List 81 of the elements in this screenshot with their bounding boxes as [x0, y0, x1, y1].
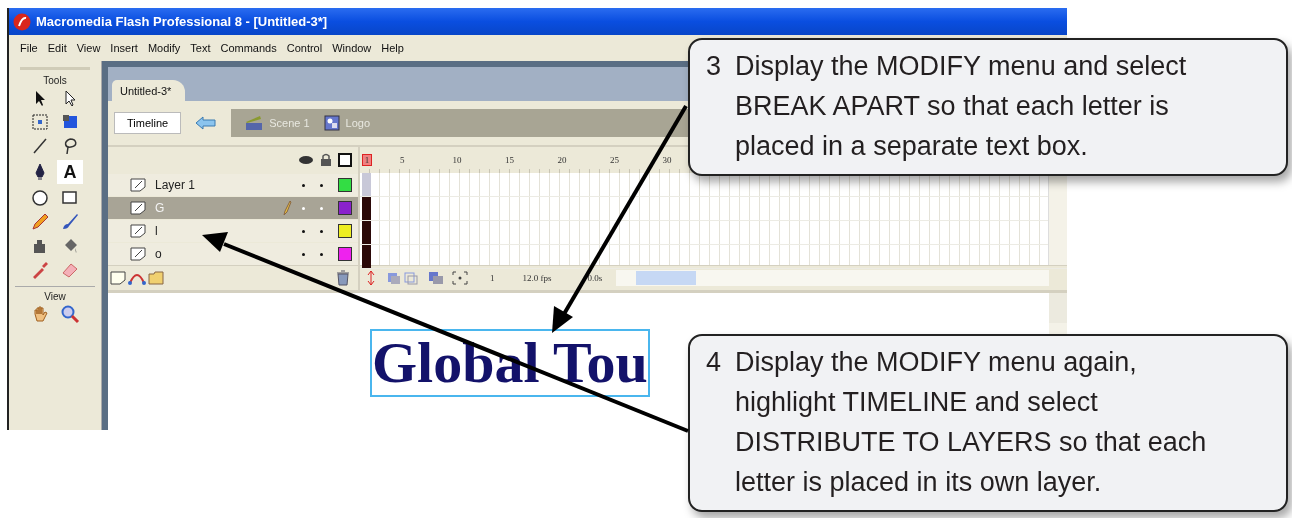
window-title: Macromedia Flash Professional 8 - [Untitled-3*]: [36, 14, 328, 29]
layer-icon: [130, 201, 146, 215]
stage-text[interactable]: Global Tou: [370, 329, 650, 397]
menu-item[interactable]: View: [71, 42, 106, 54]
layer-color-swatch[interactable]: [338, 178, 352, 192]
elapsed-time: 0.0s: [586, 273, 604, 283]
layer-row[interactable]: o: [108, 243, 358, 265]
frame-ruler[interactable]: 1 5 10 15 20 25 30: [362, 147, 688, 173]
eye-icon[interactable]: [298, 154, 314, 166]
keyframe-cell[interactable]: [362, 173, 371, 196]
stage-scrollbar[interactable]: [1049, 293, 1067, 323]
frame-number: 5: [400, 155, 406, 165]
folder-icon[interactable]: [148, 271, 164, 285]
vertical-scrollbar[interactable]: [1048, 173, 1067, 265]
menu-item[interactable]: Modify: [142, 42, 186, 54]
transform-icon[interactable]: [30, 112, 50, 132]
lock-icon[interactable]: [320, 153, 332, 167]
layer-row[interactable]: l: [108, 220, 358, 242]
layer-color-swatch[interactable]: [338, 247, 352, 261]
layer-icon: [130, 178, 146, 192]
menu-item[interactable]: Control: [281, 42, 328, 54]
frame-number: 1: [362, 154, 372, 166]
oval-icon[interactable]: [30, 188, 50, 208]
lock-dot[interactable]: [320, 229, 323, 233]
lock-dot[interactable]: [320, 183, 323, 187]
step-instruction: Display the MODIFY menu and select BREAK APART so that each letter is placed in a separate text box.: [735, 50, 1188, 163]
panel-label: View: [44, 291, 66, 302]
pencil-icon: [282, 200, 292, 216]
horizontal-scrollbar[interactable]: [616, 270, 1049, 286]
outline-icon[interactable]: [338, 153, 352, 167]
frame-number: 15: [505, 155, 515, 165]
layer-name: G: [154, 201, 166, 215]
pencil-icon[interactable]: [30, 212, 50, 232]
keyframe-cell[interactable]: [362, 197, 371, 220]
menu-item[interactable]: Help: [376, 42, 409, 54]
layer-color-swatch[interactable]: [338, 224, 352, 238]
layer-row[interactable]: Layer 1: [108, 174, 358, 196]
menu-item[interactable]: Window: [327, 42, 377, 54]
step-number: 4: [706, 346, 722, 379]
lock-dot[interactable]: [320, 206, 323, 210]
markers-icon[interactable]: [452, 271, 468, 285]
menu-item[interactable]: Edit: [42, 42, 72, 54]
keyframe-cell[interactable]: [362, 245, 371, 268]
trash-icon[interactable]: [336, 270, 350, 286]
keyframe-cell[interactable]: [362, 221, 371, 244]
panel-label: Tools: [43, 75, 67, 86]
brush-icon[interactable]: [60, 212, 80, 232]
menu-item[interactable]: Insert: [105, 42, 143, 54]
document-tab[interactable]: Untitled-3*: [112, 80, 186, 101]
visibility-dot[interactable]: [302, 252, 305, 256]
text-tool[interactable]: A: [57, 160, 83, 184]
timeline-button[interactable]: Timeline: [114, 112, 182, 134]
add-layer-icon[interactable]: [110, 271, 126, 285]
frame-number: 20: [557, 155, 568, 165]
menu-item[interactable]: Text: [185, 42, 216, 54]
frame-number: 30: [662, 155, 673, 165]
motion-guide-icon[interactable]: [128, 271, 146, 285]
back-arrow-icon[interactable]: [195, 116, 218, 130]
layer-name: o: [154, 247, 163, 261]
symbol-icon: [323, 115, 340, 131]
frame-number: 10: [452, 155, 463, 165]
frame-rate: 12.0 fps: [521, 273, 553, 283]
current-frame: 1: [476, 273, 509, 283]
zoom-icon[interactable]: [60, 304, 80, 324]
scene-icon: [245, 115, 264, 131]
menu-item[interactable]: File: [15, 42, 43, 54]
frame-number: 25: [610, 155, 620, 165]
visibility-dot[interactable]: [302, 229, 305, 233]
step-number: 3: [706, 50, 722, 83]
visibility-dot[interactable]: [302, 183, 305, 187]
layer-icon: [130, 224, 146, 238]
visibility-dot[interactable]: [302, 206, 305, 210]
layer-color-swatch[interactable]: [338, 201, 352, 215]
line-icon[interactable]: [30, 136, 50, 156]
edit-frames-icon[interactable]: [428, 271, 444, 285]
lock-dot[interactable]: [320, 252, 323, 256]
layer-name: Layer 1: [154, 178, 197, 192]
menu-item[interactable]: Commands: [215, 42, 282, 54]
app-icon: [13, 12, 31, 31]
layer-icon: [130, 247, 146, 261]
layer-name: l: [154, 224, 159, 238]
